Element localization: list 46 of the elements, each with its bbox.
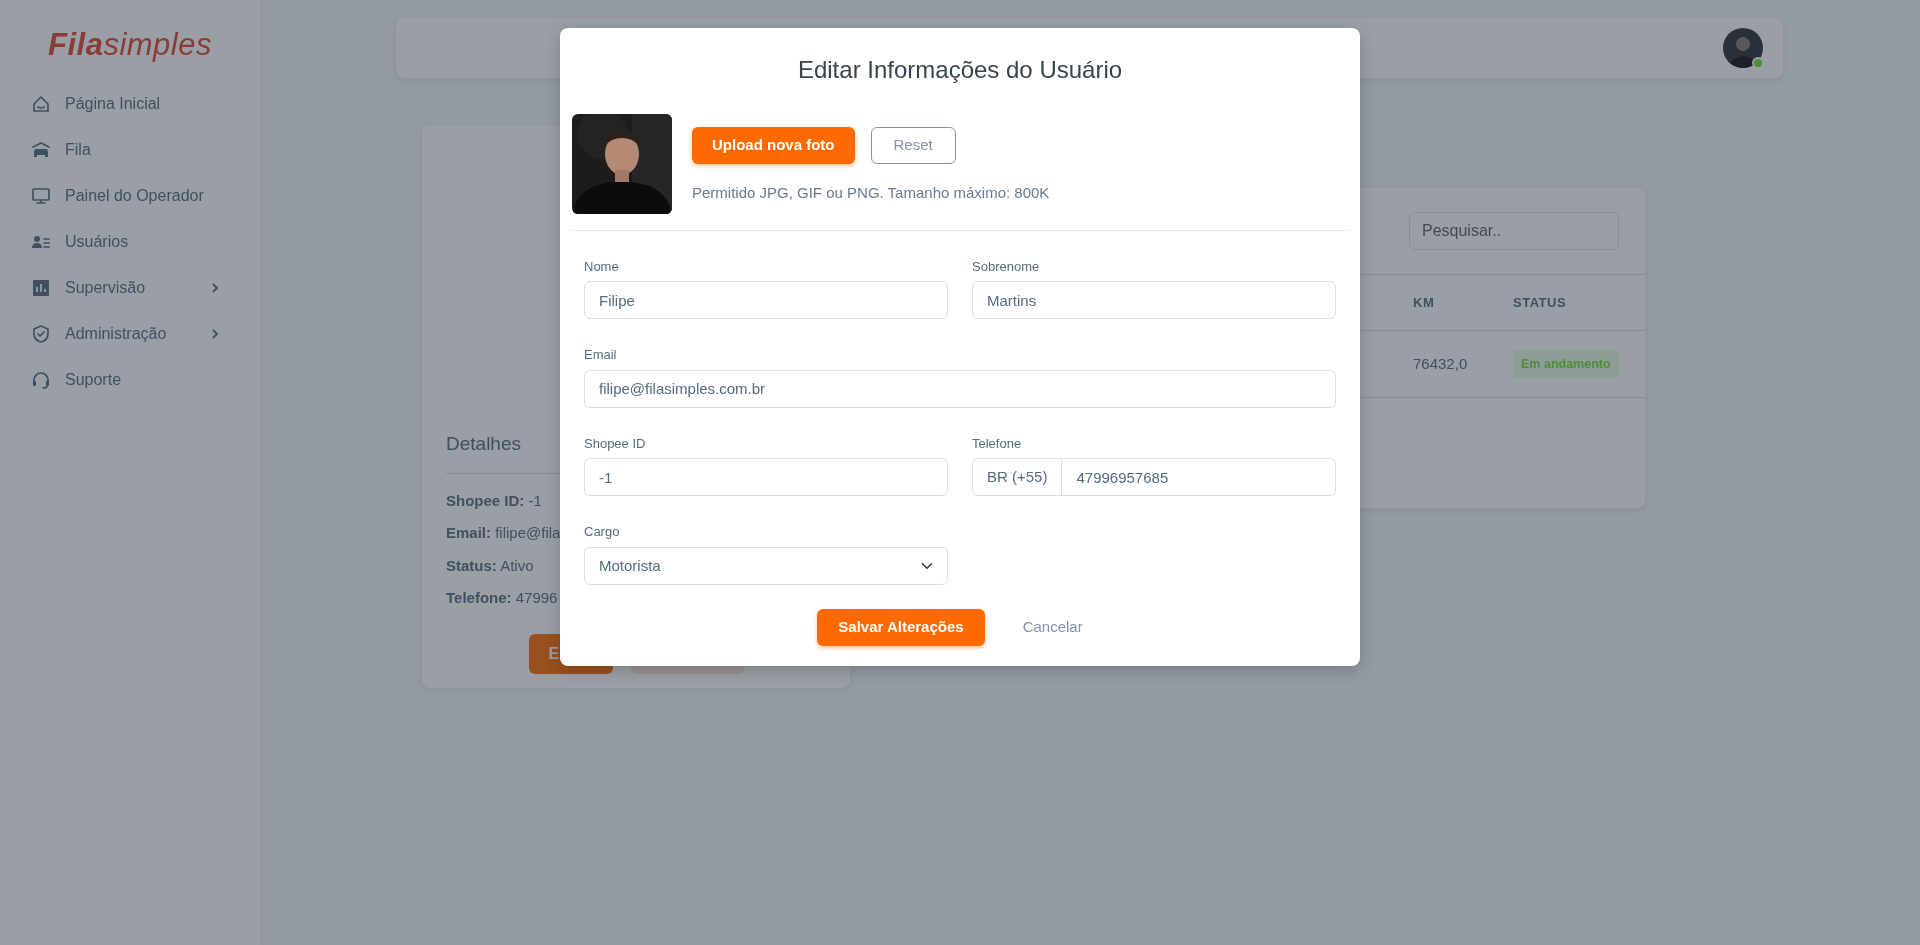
select-field[interactable]: Motorista — [584, 546, 948, 585]
country-code: BR (+55) — [972, 458, 1063, 497]
field-label: Shopee ID — [584, 434, 647, 453]
upload-button[interactable]: Upload nova foto — [692, 126, 855, 164]
shield-check-icon — [31, 323, 51, 344]
chevron-right-icon — [210, 328, 220, 339]
field-label: Nome — [584, 257, 620, 276]
sidebar-item[interactable]: Administração — [0, 310, 260, 357]
table-cell-text: 76432,0 — [1413, 353, 1468, 374]
phone-field[interactable]: 47996957685 — [1061, 458, 1336, 497]
card-title: Detalhes — [446, 432, 521, 456]
field-label: Sobrenome — [972, 257, 1041, 276]
sidebar-item[interactable]: Página Inicial — [0, 80, 260, 127]
search-field[interactable]: Pesquisar.. — [1409, 212, 1619, 250]
input-field[interactable]: Filipe — [584, 281, 948, 320]
cancel-button[interactable]: Cancelar — [1002, 616, 1103, 639]
detail-text: Email: filipe@fila — [446, 523, 561, 543]
input-field[interactable]: -1 — [584, 458, 948, 497]
save-button[interactable]: Salvar Alterações — [817, 608, 985, 646]
detail-text: Status: Ativo — [446, 555, 534, 576]
avatar[interactable] — [1723, 28, 1763, 68]
bar-chart-icon — [31, 277, 51, 298]
sidebar-item[interactable]: Painel do Operador — [0, 172, 260, 219]
input-field[interactable]: filipe@filasimples.com.br — [584, 369, 1336, 408]
chevron-right-icon — [210, 282, 220, 293]
modal-title: Editar Informações do Usuário — [796, 56, 1124, 85]
sidebar-item[interactable]: Usuários — [0, 218, 260, 265]
field-label: Email — [584, 346, 618, 365]
field-label: Telefone — [972, 434, 1023, 453]
monitor-icon — [31, 185, 51, 206]
sidebar-item[interactable]: Suporte — [0, 356, 260, 403]
logo[interactable]: Filasimples — [48, 22, 212, 69]
headset-icon — [31, 369, 51, 390]
sidebar-item[interactable]: Fila — [0, 126, 260, 173]
detail-text: Telefone: 47996 — [446, 588, 558, 608]
sidebar-item[interactable]: Supervisão — [0, 264, 260, 311]
status-badge: Em andamento — [1513, 349, 1619, 379]
column-header: STATUS — [1513, 293, 1567, 312]
car-icon — [31, 139, 51, 160]
home-icon — [31, 93, 51, 114]
reset-button[interactable]: Reset — [870, 126, 956, 164]
input-field[interactable]: Martins — [972, 281, 1336, 320]
field-label: Cargo — [584, 523, 621, 542]
help-text: Permitido JPG, GIF ou PNG. Tamanho máximo: 800K — [692, 182, 1050, 203]
column-header: KM — [1413, 293, 1435, 312]
detail-text: Shopee ID: -1 — [446, 490, 542, 511]
